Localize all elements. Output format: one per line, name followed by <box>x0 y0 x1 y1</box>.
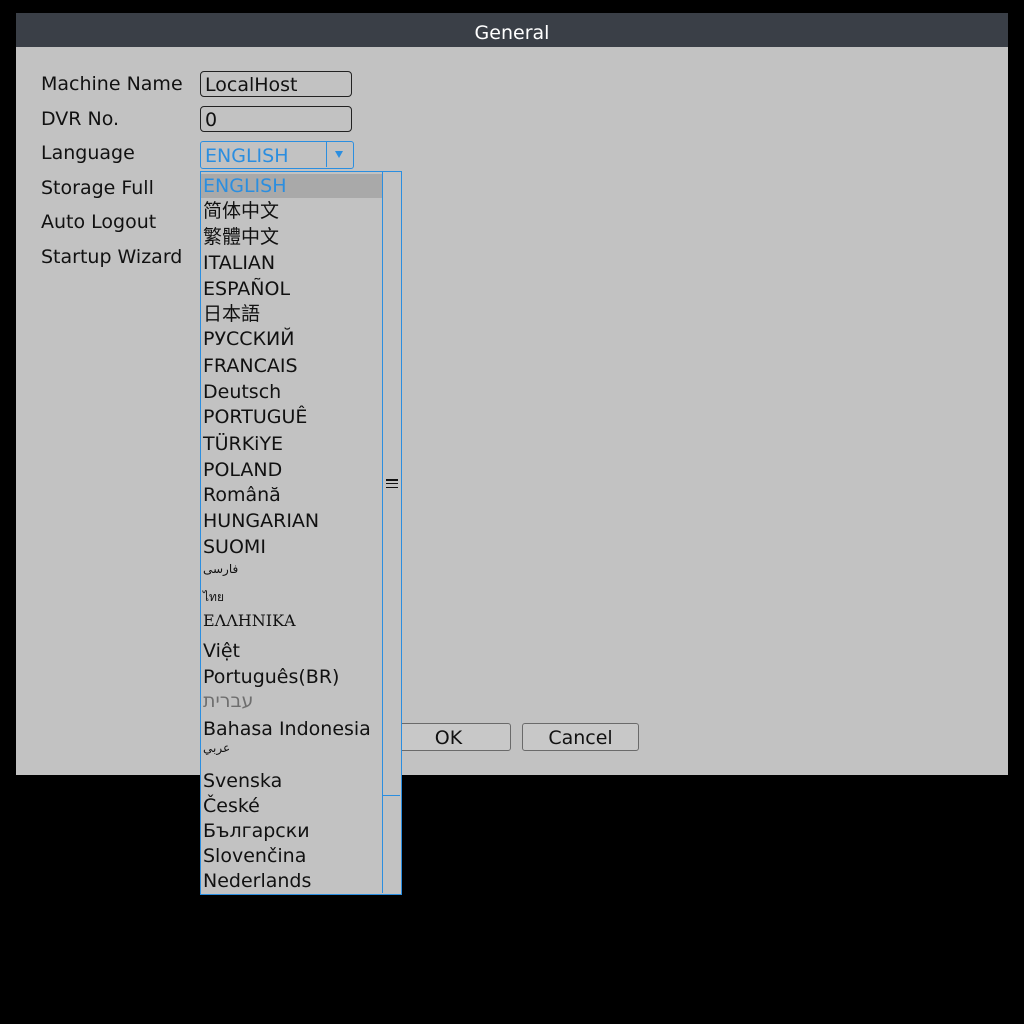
language-option-german[interactable]: Deutsch <box>201 380 383 404</box>
language-option-simplified-chinese[interactable]: 简体中文 <box>201 199 383 223</box>
storage-full-label: Storage Full <box>41 177 154 199</box>
language-option-romanian[interactable]: Română <box>201 483 383 507</box>
scrollbar-thumb[interactable] <box>383 172 400 796</box>
language-option-slovak[interactable]: Slovenčina <box>201 844 383 868</box>
dropdown-scrollbar[interactable] <box>382 172 401 893</box>
dvr-no-label: DVR No. <box>41 108 120 130</box>
language-option-spanish[interactable]: ESPAÑOL <box>201 277 383 301</box>
language-option-italian[interactable]: ITALIAN <box>201 251 383 275</box>
language-option-french[interactable]: FRANCAIS <box>201 354 383 378</box>
language-option-portuguese-br[interactable]: Português(BR) <box>201 665 383 689</box>
language-option-arabic[interactable]: عربي <box>201 736 383 760</box>
language-option-hungarian[interactable]: HUNGARIAN <box>201 509 383 533</box>
language-option-vietnamese[interactable]: Việt <box>201 639 383 663</box>
language-option-swedish[interactable]: Svenska <box>201 769 383 793</box>
chevron-down-icon <box>335 151 343 158</box>
language-option-dutch[interactable]: Nederlands <box>201 869 383 893</box>
language-option-czech[interactable]: České <box>201 794 383 818</box>
language-option-polish[interactable]: POLAND <box>201 458 383 482</box>
language-option-bulgarian[interactable]: Български <box>201 819 383 843</box>
auto-logout-label: Auto Logout <box>41 211 157 233</box>
machine-name-label: Machine Name <box>41 73 183 95</box>
startup-wizard-label: Startup Wizard <box>41 246 183 268</box>
cancel-button[interactable]: Cancel <box>522 723 639 751</box>
dvr-no-input[interactable]: 0 <box>200 106 352 132</box>
dialog-title: General <box>16 13 1008 47</box>
language-select-toggle[interactable] <box>326 142 353 167</box>
grip-lines-icon <box>386 479 398 489</box>
language-option-persian[interactable]: فارسی <box>201 557 383 581</box>
language-dropdown-list[interactable]: ENGLISH 简体中文 繁體中文 ITALIAN ESPAÑOL 日本語 РУ… <box>200 171 402 895</box>
language-option-russian[interactable]: РУССКИЙ <box>201 327 383 351</box>
language-option-hebrew[interactable]: עברית <box>201 689 383 713</box>
language-label: Language <box>41 142 135 164</box>
language-option-traditional-chinese[interactable]: 繁體中文 <box>201 225 383 249</box>
language-option-thai[interactable]: ไทย <box>201 585 383 609</box>
language-select-value: ENGLISH <box>205 145 289 167</box>
language-option-finnish[interactable]: SUOMI <box>201 535 383 559</box>
language-option-greek[interactable]: ΕΛΛΗΝΙΚΑ <box>201 609 383 633</box>
ok-button[interactable]: OK <box>386 723 511 751</box>
language-option-turkish[interactable]: TÜRKiYE <box>201 432 383 456</box>
general-dialog: General Machine Name LocalHost DVR No. 0… <box>16 13 1008 775</box>
language-option-portuguese[interactable]: PORTUGUÊ <box>201 405 383 429</box>
machine-name-input[interactable]: LocalHost <box>200 71 352 97</box>
language-option-english[interactable]: ENGLISH <box>201 174 383 198</box>
language-option-japanese[interactable]: 日本語 <box>201 302 383 326</box>
language-select[interactable]: ENGLISH <box>200 141 354 169</box>
